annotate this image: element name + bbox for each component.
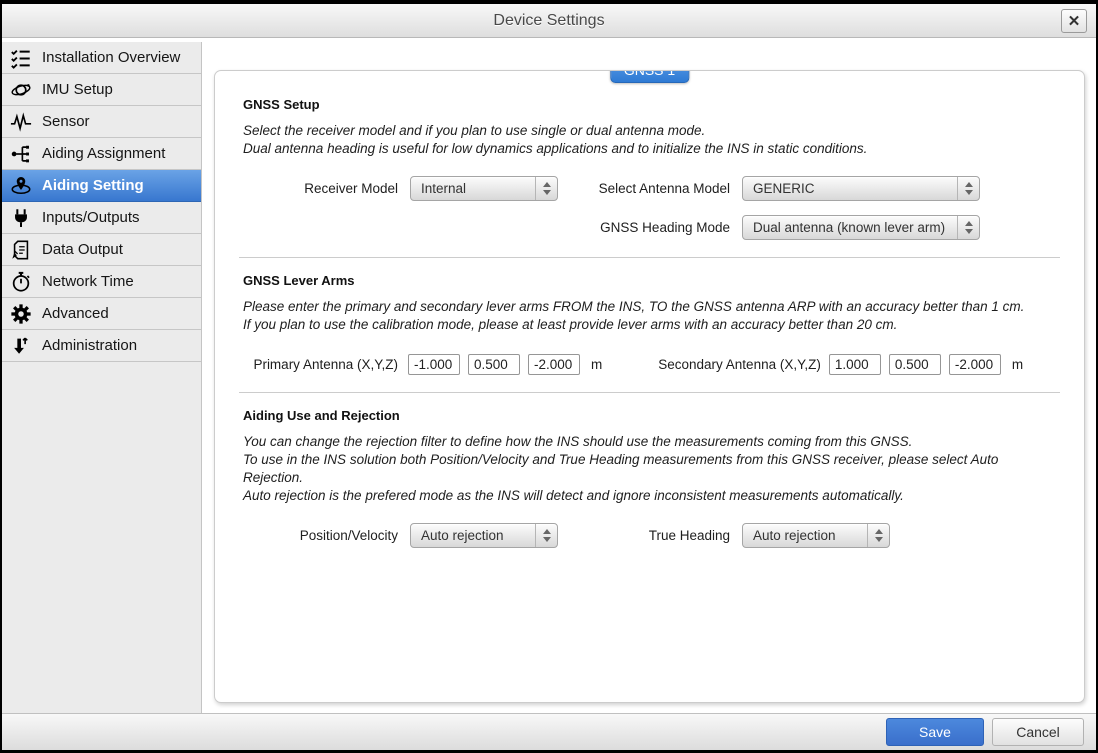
- position-velocity-label: Position/Velocity: [243, 528, 398, 543]
- document-pencil-icon: [9, 238, 33, 262]
- stopwatch-icon: [9, 270, 33, 294]
- gnss-setup-title: GNSS Setup: [243, 97, 1056, 112]
- sidebar-item-installation-overview[interactable]: Installation Overview: [2, 42, 201, 74]
- sidebar-item-advanced[interactable]: Advanced: [2, 298, 201, 330]
- secondary-antenna-label: Secondary Antenna (X,Y,Z): [658, 357, 821, 372]
- footer-bar: Save Cancel: [2, 713, 1096, 750]
- aiding-form: Position/Velocity Auto rejection True He…: [243, 523, 1056, 548]
- receiver-model-label: Receiver Model: [243, 181, 398, 196]
- window-title: Device Settings: [493, 12, 604, 30]
- spinner-arrows-icon: [957, 216, 979, 239]
- sidebar-item-label: Aiding Setting: [42, 177, 144, 194]
- heading-mode-label: GNSS Heading Mode: [582, 220, 730, 235]
- position-velocity-value: Auto rejection: [411, 524, 535, 547]
- heading-mode-value: Dual antenna (known lever arm): [743, 216, 957, 239]
- cancel-button[interactable]: Cancel: [992, 718, 1084, 746]
- section-divider: [239, 257, 1060, 258]
- lever-arms-form: Primary Antenna (X,Y,Z) m Secondary Ante…: [243, 354, 1056, 375]
- true-heading-value: Auto rejection: [743, 524, 867, 547]
- sidebar-item-network-time[interactable]: Network Time: [2, 266, 201, 298]
- lever-arms-desc-1: Please enter the primary and secondary l…: [243, 298, 1056, 316]
- aiding-desc-1: You can change the rejection filter to d…: [243, 433, 1056, 451]
- sidebar-item-aiding-assignment[interactable]: Aiding Assignment: [2, 138, 201, 170]
- spinner-arrows-icon: [957, 177, 979, 200]
- antenna-model-select[interactable]: GENERIC: [742, 176, 980, 201]
- spinner-arrows-icon: [535, 524, 557, 547]
- cancel-button-label: Cancel: [1016, 724, 1060, 740]
- primary-antenna-z-input[interactable]: [528, 354, 580, 375]
- pin-orbit-icon: [9, 174, 33, 198]
- assignment-tree-icon: [9, 142, 33, 166]
- sidebar-item-label: Advanced: [42, 305, 109, 322]
- secondary-antenna-z-input[interactable]: [949, 354, 1001, 375]
- secondary-antenna-y-input[interactable]: [889, 354, 941, 375]
- sidebar-item-inputs-outputs[interactable]: Inputs/Outputs: [2, 202, 201, 234]
- sidebar-item-aiding-setting[interactable]: Aiding Setting: [2, 170, 201, 202]
- sidebar-item-label: Data Output: [42, 241, 123, 258]
- sidebar-item-label: Network Time: [42, 273, 134, 290]
- true-heading-select[interactable]: Auto rejection: [742, 523, 890, 548]
- secondary-antenna-unit: m: [1012, 357, 1023, 372]
- true-heading-label: True Heading: [582, 528, 730, 543]
- save-button[interactable]: Save: [886, 718, 984, 746]
- sidebar-item-data-output[interactable]: Data Output: [2, 234, 201, 266]
- primary-antenna-x-input[interactable]: [408, 354, 460, 375]
- secondary-antenna-x-input[interactable]: [829, 354, 881, 375]
- primary-antenna-label: Primary Antenna (X,Y,Z): [243, 357, 398, 372]
- sidebar: Installation Overview IMU Setup Sensor A…: [2, 42, 202, 713]
- section-divider: [239, 392, 1060, 393]
- checklist-icon: [9, 46, 33, 70]
- plug-icon: [9, 206, 33, 230]
- gnss-setup-desc-2: Dual antenna heading is useful for low d…: [243, 140, 1056, 158]
- sidebar-item-administration[interactable]: Administration: [2, 330, 201, 362]
- gear-icon: [9, 302, 33, 326]
- titlebar: Device Settings ✕: [2, 4, 1096, 38]
- tab-label: GNSS 1: [624, 70, 675, 78]
- save-button-label: Save: [919, 724, 951, 740]
- sidebar-item-label: Installation Overview: [42, 49, 180, 66]
- close-icon: ✕: [1068, 14, 1081, 29]
- primary-antenna-y-input[interactable]: [468, 354, 520, 375]
- tab-gnss-1[interactable]: GNSS 1: [610, 70, 689, 83]
- aiding-desc-2: To use in the INS solution both Position…: [243, 451, 1056, 487]
- main-area: Installation Overview IMU Setup Sensor A…: [2, 42, 1096, 713]
- position-velocity-select[interactable]: Auto rejection: [410, 523, 558, 548]
- antenna-model-label: Select Antenna Model: [582, 181, 730, 196]
- sidebar-item-imu-setup[interactable]: IMU Setup: [2, 74, 201, 106]
- sidebar-item-label: Administration: [42, 337, 137, 354]
- device-settings-dialog: Device Settings ✕ Installation Overview …: [2, 4, 1096, 750]
- receiver-model-value: Internal: [411, 177, 535, 200]
- settings-panel: GNSS 1 GNSS Setup Select the receiver mo…: [214, 70, 1085, 703]
- sidebar-item-label: Aiding Assignment: [42, 145, 165, 162]
- gnss-setup-form: Receiver Model Internal Select Antenna M…: [243, 176, 1056, 240]
- up-down-arrows-icon: [9, 334, 33, 358]
- heading-mode-select[interactable]: Dual antenna (known lever arm): [742, 215, 980, 240]
- aiding-desc-3: Auto rejection is the prefered mode as t…: [243, 487, 1056, 505]
- gyroscope-icon: [9, 78, 33, 102]
- close-button[interactable]: ✕: [1061, 9, 1087, 33]
- gnss-setup-desc-1: Select the receiver model and if you pla…: [243, 122, 1056, 140]
- sidebar-item-label: Sensor: [42, 113, 90, 130]
- spinner-arrows-icon: [867, 524, 889, 547]
- primary-antenna-unit: m: [591, 357, 602, 372]
- waveform-icon: [9, 110, 33, 134]
- lever-arms-desc-2: If you plan to use the calibration mode,…: [243, 316, 1056, 334]
- sidebar-item-sensor[interactable]: Sensor: [2, 106, 201, 138]
- sidebar-item-label: Inputs/Outputs: [42, 209, 140, 226]
- antenna-model-value: GENERIC: [743, 177, 957, 200]
- sidebar-item-label: IMU Setup: [42, 81, 113, 98]
- content-area: GNSS 1 GNSS Setup Select the receiver mo…: [202, 42, 1096, 713]
- lever-arms-title: GNSS Lever Arms: [243, 273, 1056, 288]
- aiding-title: Aiding Use and Rejection: [243, 408, 1056, 423]
- receiver-model-select[interactable]: Internal: [410, 176, 558, 201]
- spinner-arrows-icon: [535, 177, 557, 200]
